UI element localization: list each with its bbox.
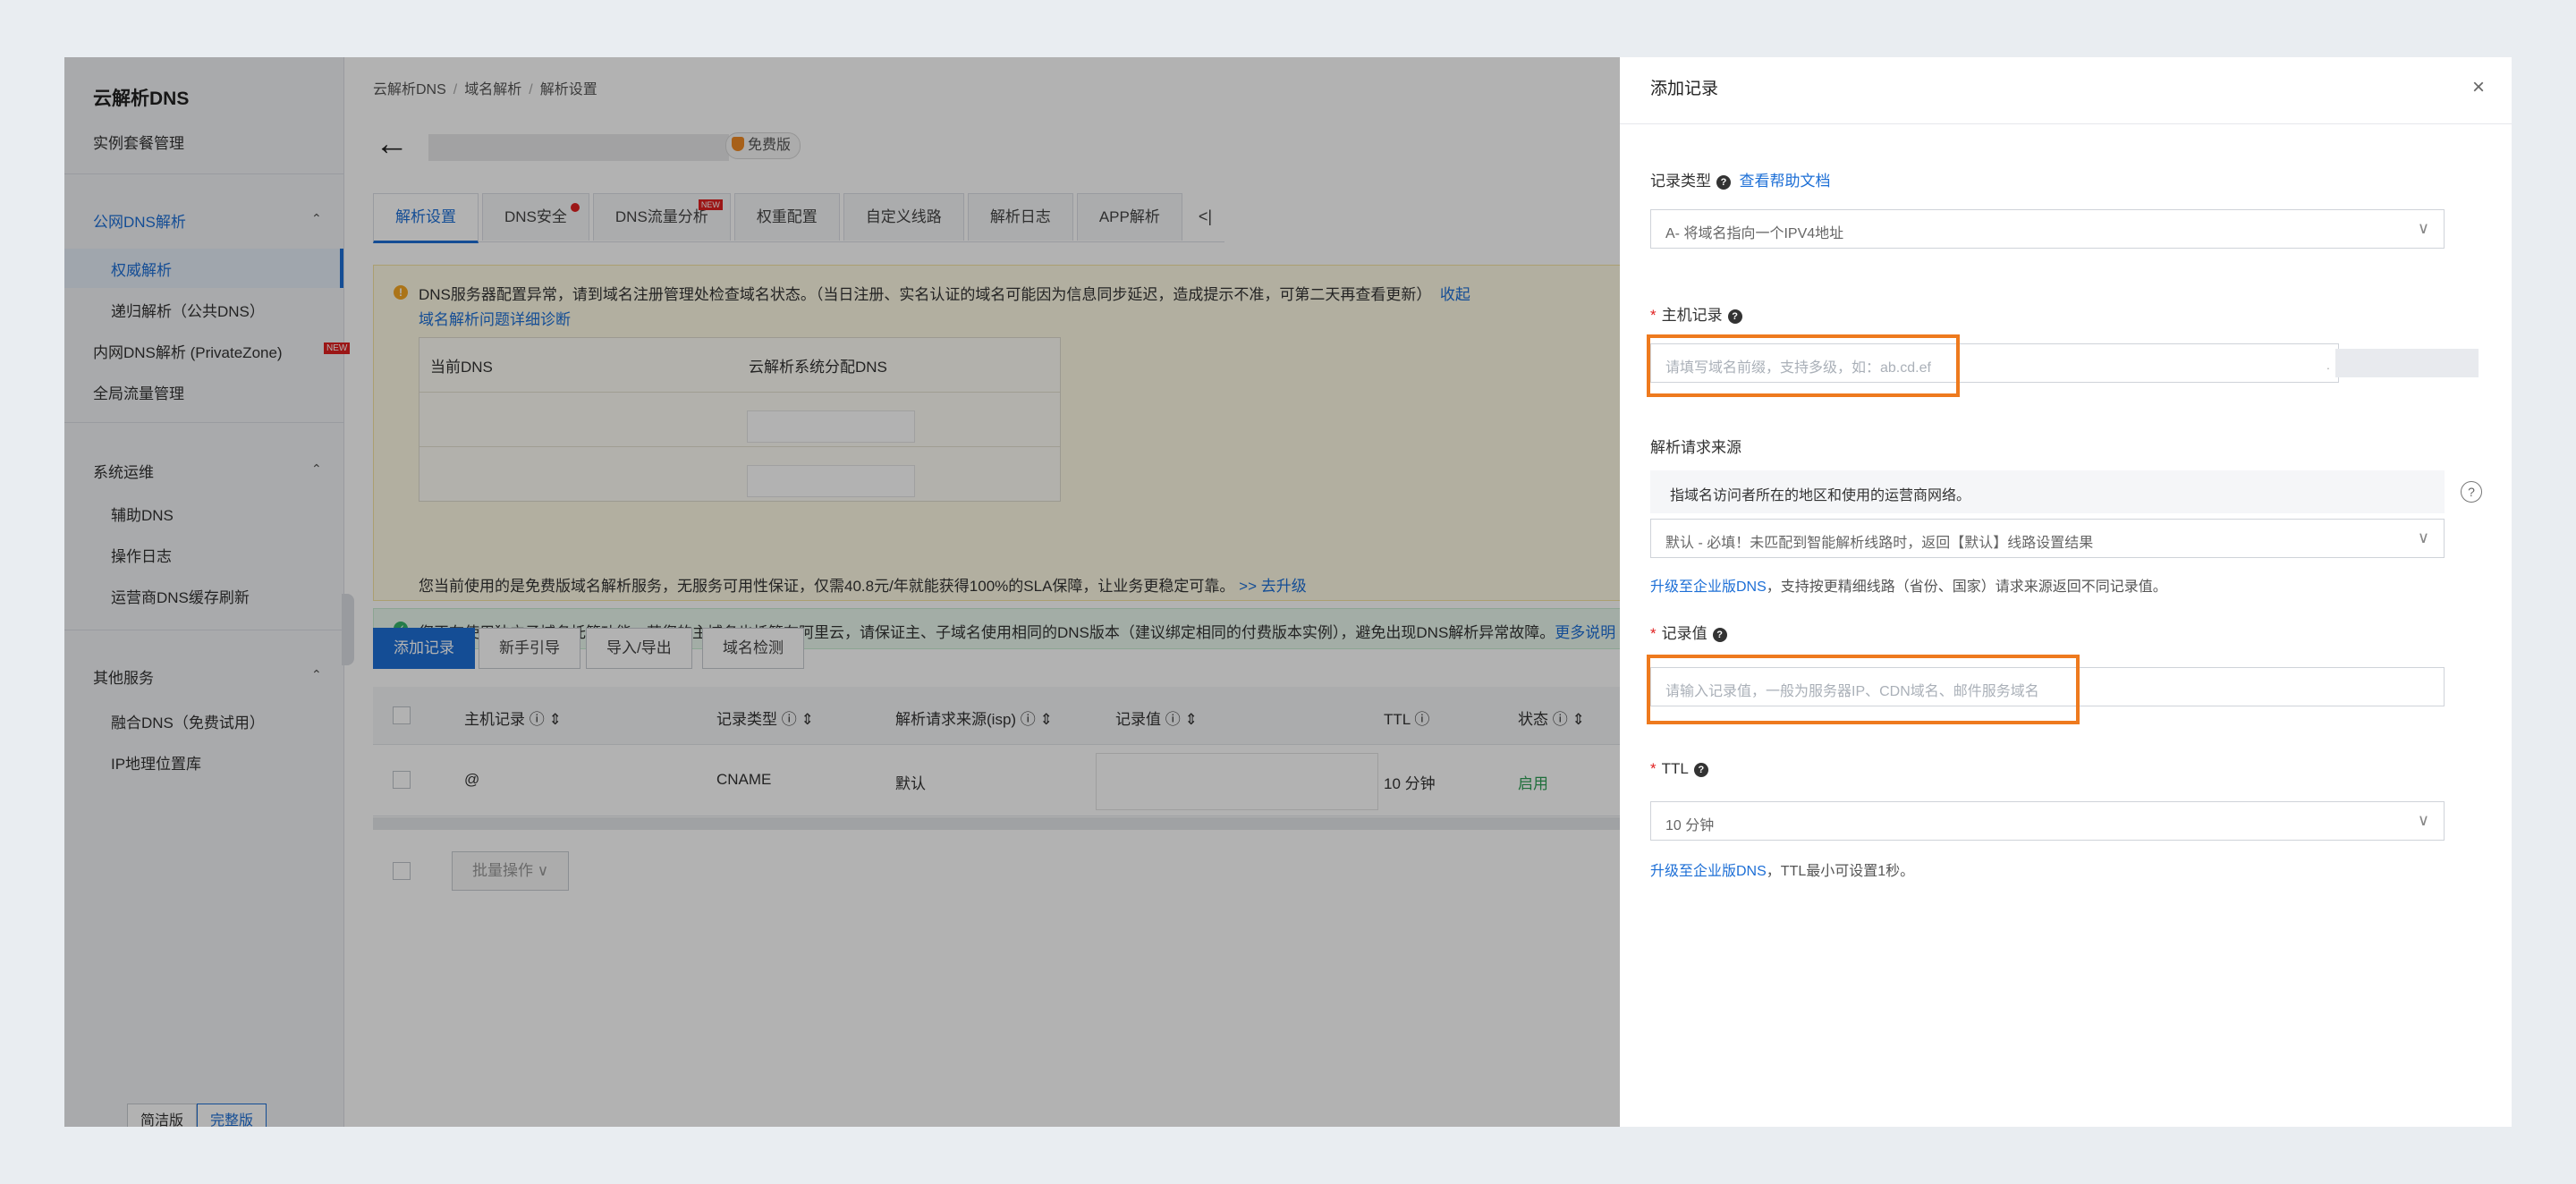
source-label: 解析请求来源 [1650,439,1741,456]
source-value: 默认 - 必填！未匹配到智能解析线路时，返回【默认】线路设置结果 [1665,536,2094,551]
close-icon[interactable]: × [2472,75,2485,100]
help-icon[interactable]: ? [1716,175,1731,190]
record-value-label: * 记录值? [1650,621,1727,643]
question-icon[interactable]: ? [2461,481,2482,503]
required-mark: * [1650,760,1657,777]
chevron-down-icon: ∨ [2417,529,2429,546]
record-type-select[interactable]: A- 将域名指向一个IPV4地址 ∨ [1650,209,2445,249]
required-mark: * [1650,307,1657,324]
help-icon[interactable]: ? [1727,309,1742,324]
source-upgrade-note: 升级至企业版DNS，支持按更精细线路（省份、国家）请求来源返回不同记录值。 [1650,574,2167,596]
upgrade-enterprise-link[interactable]: 升级至企业版DNS [1650,579,1767,595]
field-label: 记录值 [1661,625,1707,642]
note-text: ，支持按更精细线路（省份、国家）请求来源返回不同记录值。 [1766,579,2167,595]
help-doc-link[interactable]: 查看帮助文档 [1739,173,1830,190]
chevron-down-icon: ∨ [2417,219,2429,237]
help-icon[interactable]: ? [1712,628,1727,642]
record-type-label: 记录类型? 查看帮助文档 [1650,168,1830,190]
field-label: TTL [1661,760,1689,777]
record-type-value: A- 将域名指向一个IPV4地址 [1665,226,1844,241]
drawer-title: 添加记录 [1650,80,1719,98]
note-text: ，TTL最小可设置1秒。 [1766,864,1915,879]
domain-suffix-redacted [2335,349,2479,377]
highlight-box [1647,334,1960,397]
source-select[interactable]: 默认 - 必填！未匹配到智能解析线路时，返回【默认】线路设置结果 ∨ [1650,519,2445,558]
field-label: 记录类型 [1650,173,1711,190]
source-hint-box: 指域名访问者所在的地区和使用的运营商网络。 [1650,470,2445,513]
help-icon[interactable]: ? [1693,763,1708,777]
drawer-divider [1620,123,2512,124]
chevron-down-icon: ∨ [2417,811,2429,829]
modal-overlay[interactable] [64,57,1621,1127]
domain-suffix-dot: . [2326,358,2330,372]
upgrade-enterprise-link[interactable]: 升级至企业版DNS [1650,864,1767,879]
ttl-select[interactable]: 10 分钟 ∨ [1650,801,2445,841]
host-record-label: * 主机记录? [1650,302,1742,325]
highlight-box [1647,655,2080,724]
ttl-upgrade-note: 升级至企业版DNS，TTL最小可设置1秒。 [1650,858,1914,880]
app-frame: 云解析DNS 实例套餐管理 公网DNS解析 ⌃ 权威解析 递归解析（公共DNS）… [64,57,2512,1127]
add-record-drawer: 添加记录 × 记录类型? 查看帮助文档 A- 将域名指向一个IPV4地址 ∨ *… [1620,57,2512,1127]
ttl-label: * TTL? [1650,760,1708,778]
source-hint: 指域名访问者所在的地区和使用的运营商网络。 [1670,488,1971,503]
ttl-value: 10 分钟 [1665,818,1715,833]
required-mark: * [1650,625,1657,642]
field-label: 主机记录 [1661,307,1723,324]
